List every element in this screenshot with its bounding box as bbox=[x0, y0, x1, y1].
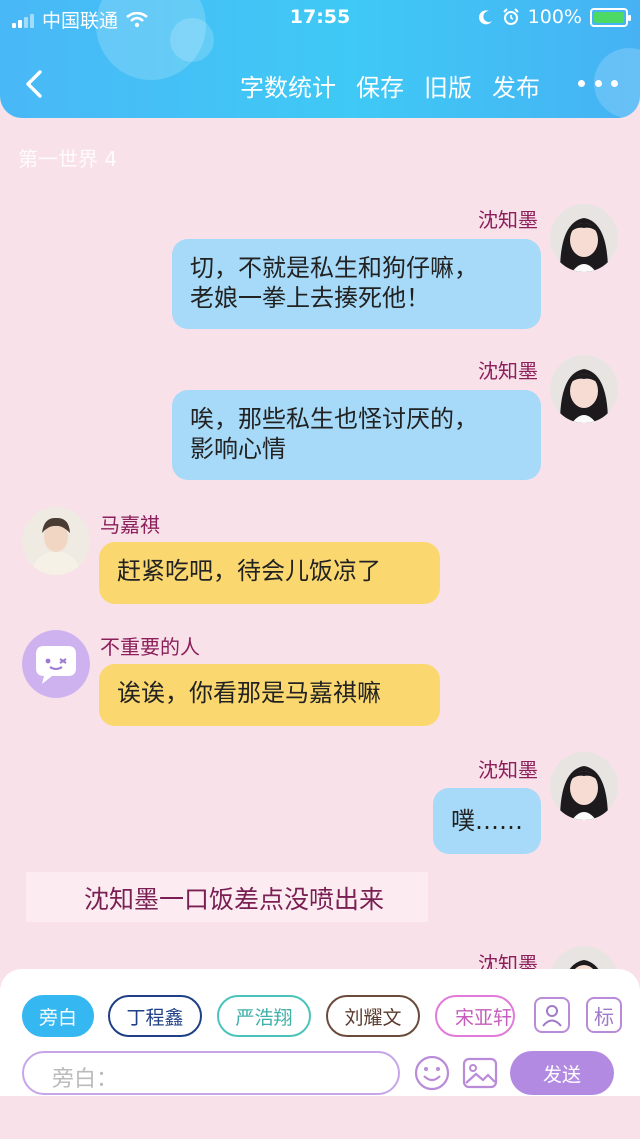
save-button[interactable]: 保存 bbox=[356, 68, 404, 103]
message-bubble: 诶诶，你看那是马嘉祺嘛 bbox=[99, 664, 440, 726]
more-options-icon[interactable] bbox=[578, 70, 618, 96]
alarm-icon bbox=[502, 8, 519, 25]
avatar-shen-zhimo[interactable] bbox=[550, 355, 618, 423]
avatar-ma-jiaqi[interactable] bbox=[22, 507, 90, 575]
message-sender-name: 马嘉祺 bbox=[100, 513, 160, 537]
avatar-unimportant-person[interactable] bbox=[22, 630, 90, 698]
moon-icon bbox=[478, 10, 492, 25]
message-bubble: 切，不就是私生和狗仔嘛， 老娘一拳上去揍死他！ bbox=[172, 239, 541, 329]
message-sender-name: 沈知墨 bbox=[478, 359, 538, 383]
emoji-icon[interactable] bbox=[414, 1055, 450, 1091]
old-version-button[interactable]: 旧版 bbox=[424, 68, 472, 103]
message-bubble: 赶紧吃吧，待会儿饭凉了 bbox=[99, 542, 440, 604]
nav-bar: 字数统计 保存 旧版 发布 bbox=[0, 60, 640, 106]
message-sender-name: 沈知墨 bbox=[478, 758, 538, 782]
message-bubble: 噗…… bbox=[433, 788, 541, 854]
message-input[interactable]: 旁白： bbox=[22, 1051, 400, 1095]
message-sender-name: 不重要的人 bbox=[100, 635, 200, 659]
mark-button[interactable]: 标 bbox=[586, 997, 622, 1033]
status-bar: 中国联通 17:55 100% bbox=[0, 0, 640, 36]
character-icon[interactable] bbox=[534, 997, 570, 1033]
message-line: 影响心情 bbox=[190, 435, 286, 463]
composer-panel: 旁白 丁程鑫 严浩翔 刘耀文 宋亚轩 标 旁白： 发送 bbox=[0, 969, 640, 1099]
narration-text: 沈知墨一口饭差点没喷出来 bbox=[26, 872, 428, 922]
role-chip-song-yaxuan[interactable]: 宋亚轩 bbox=[435, 995, 515, 1037]
publish-button[interactable]: 发布 bbox=[492, 68, 540, 103]
word-count-button[interactable]: 字数统计 bbox=[240, 68, 336, 103]
back-arrow-icon[interactable] bbox=[20, 64, 50, 104]
message-line: 老娘一拳上去揍死他！ bbox=[190, 284, 430, 312]
role-chip-ding-chengxin[interactable]: 丁程鑫 bbox=[108, 995, 202, 1037]
message-line: 切，不就是私生和狗仔嘛， bbox=[190, 254, 478, 282]
message-bubble: 唉，那些私生也怪讨厌的， 影响心情 bbox=[172, 390, 541, 480]
world-title: 第一世界 4 bbox=[18, 147, 118, 171]
battery-percent: 100% bbox=[527, 6, 582, 28]
message-sender-name: 沈知墨 bbox=[478, 208, 538, 232]
avatar-shen-zhimo[interactable] bbox=[550, 204, 618, 272]
avatar-shen-zhimo[interactable] bbox=[550, 752, 618, 820]
bottom-safe-area bbox=[0, 1096, 640, 1139]
role-chip-yan-haoxiang[interactable]: 严浩翔 bbox=[217, 995, 311, 1037]
message-line: 唉，那些私生也怪讨厌的， bbox=[190, 405, 478, 433]
image-icon[interactable] bbox=[462, 1055, 498, 1091]
app-header: 中国联通 17:55 100% 字数统计 保存 旧版 发布 bbox=[0, 0, 640, 118]
battery-icon bbox=[590, 7, 631, 27]
send-button[interactable]: 发送 bbox=[510, 1051, 614, 1095]
role-chip-narration[interactable]: 旁白 bbox=[22, 995, 94, 1037]
role-chip-liu-yaowen[interactable]: 刘耀文 bbox=[326, 995, 420, 1037]
